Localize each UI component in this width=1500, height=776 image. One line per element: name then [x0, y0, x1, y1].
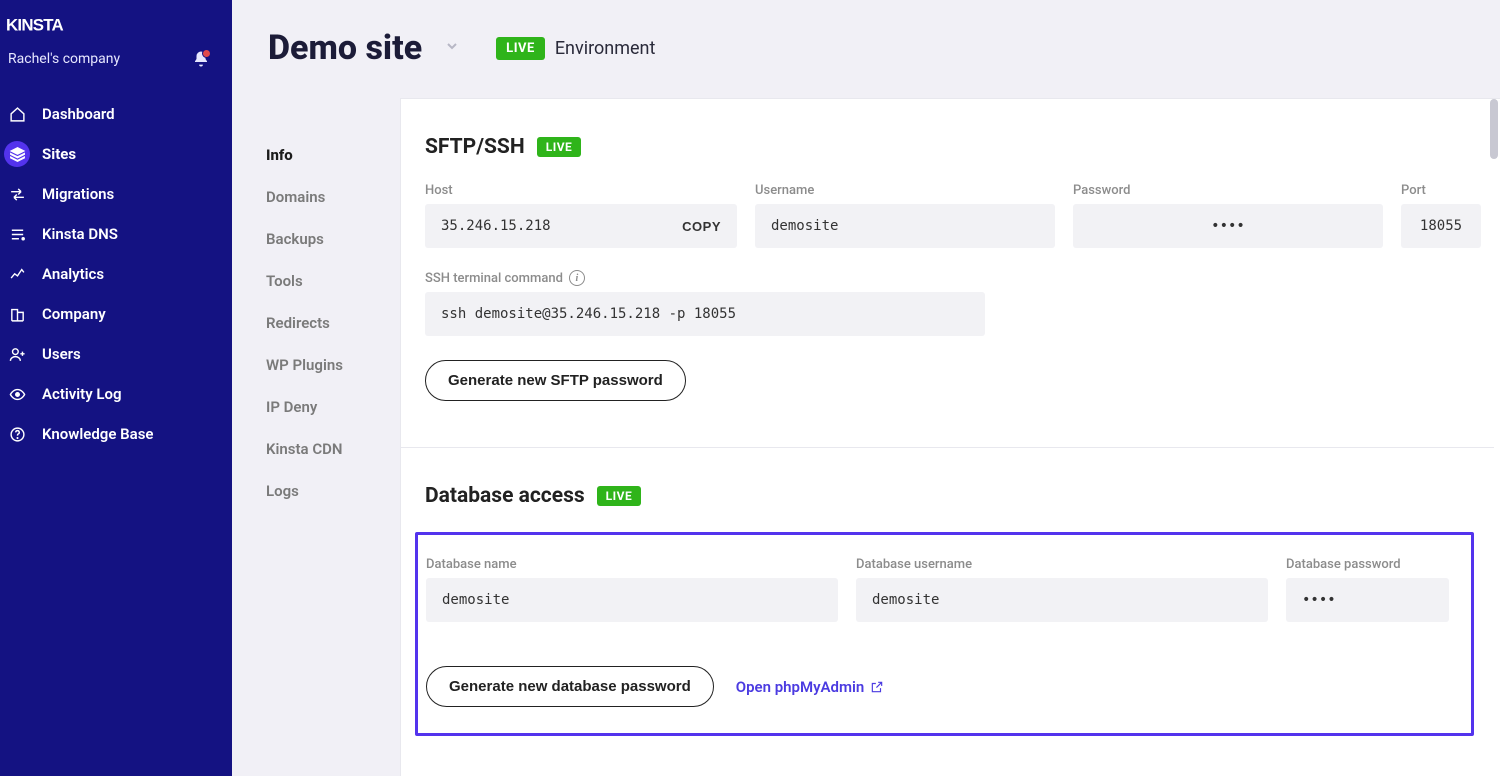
subnav-logs[interactable]: Logs: [266, 470, 400, 512]
subnav-wp-plugins[interactable]: WP Plugins: [266, 344, 400, 386]
db-user-value: demosite: [872, 592, 939, 608]
db-user-label: Database username: [856, 557, 1268, 572]
building-icon: [8, 305, 26, 323]
sftp-section: SFTP/SSH LIVE Host 35.246.15.218 COPY: [425, 135, 1464, 401]
primary-nav: Dashboard Sites Migrations Kinsta DNS An…: [0, 94, 232, 454]
main-area: Demo site LIVE Environment Info Domains …: [232, 0, 1500, 776]
site-title: Demo site: [268, 28, 422, 68]
subnav-redirects[interactable]: Redirects: [266, 302, 400, 344]
host-value: 35.246.15.218: [441, 218, 551, 234]
port-value: 18055: [1420, 218, 1462, 234]
site-subnav: Info Domains Backups Tools Redirects WP …: [232, 98, 400, 776]
user-plus-icon: [8, 345, 26, 363]
home-icon: [8, 105, 26, 123]
environment-label[interactable]: Environment: [555, 38, 656, 59]
nav-analytics[interactable]: Analytics: [0, 254, 232, 294]
nav-label: Dashboard: [42, 105, 115, 123]
nav-label: Migrations: [42, 185, 114, 203]
db-title: Database access: [425, 484, 585, 508]
layers-icon: [4, 141, 30, 167]
subnav-domains[interactable]: Domains: [266, 176, 400, 218]
subnav-ip-deny[interactable]: IP Deny: [266, 386, 400, 428]
db-name-value: demosite: [442, 592, 509, 608]
nav-label: Activity Log: [42, 385, 122, 403]
ssh-command-label: SSH terminal command i: [425, 270, 985, 286]
nav-label: Sites: [42, 145, 76, 163]
chart-icon: [8, 265, 26, 283]
info-icon[interactable]: i: [569, 270, 585, 286]
sidebar: KINSta Rachel's company Dashboard Sites …: [0, 0, 232, 776]
username-label: Username: [755, 183, 1055, 198]
nav-knowledge-base[interactable]: Knowledge Base: [0, 414, 232, 454]
username-field[interactable]: demosite: [755, 204, 1055, 248]
notifications-bell-icon[interactable]: [192, 50, 210, 68]
db-live-badge: LIVE: [597, 486, 642, 506]
password-field[interactable]: ••••: [1073, 204, 1383, 248]
sftp-title: SFTP/SSH: [425, 135, 525, 159]
eye-icon: [8, 385, 26, 403]
nav-activity-log[interactable]: Activity Log: [0, 374, 232, 414]
nav-label: Knowledge Base: [42, 425, 153, 443]
ssh-command-value: ssh demosite@35.246.15.218 -p 18055: [441, 306, 736, 322]
migrate-icon: [8, 185, 26, 203]
help-icon: [8, 425, 26, 443]
environment-live-badge: LIVE: [496, 37, 545, 60]
chevron-down-icon[interactable]: [444, 38, 460, 58]
nav-label: Analytics: [42, 265, 104, 283]
ssh-command-field[interactable]: ssh demosite@35.246.15.218 -p 18055: [425, 292, 985, 336]
generate-sftp-password-button[interactable]: Generate new SFTP password: [425, 360, 686, 401]
host-field[interactable]: 35.246.15.218 COPY: [425, 204, 737, 248]
info-panel: SFTP/SSH LIVE Host 35.246.15.218 COPY: [400, 98, 1500, 776]
company-name[interactable]: Rachel's company: [8, 51, 120, 67]
nav-company[interactable]: Company: [0, 294, 232, 334]
svg-text:KINSta: KINSta: [6, 15, 63, 34]
generate-db-password-button[interactable]: Generate new database password: [426, 666, 714, 707]
subnav-kinsta-cdn[interactable]: Kinsta CDN: [266, 428, 400, 470]
subnav-tools[interactable]: Tools: [266, 260, 400, 302]
db-user-field[interactable]: demosite: [856, 578, 1268, 622]
db-pass-field[interactable]: ••••: [1286, 578, 1449, 622]
nav-sites[interactable]: Sites: [0, 134, 232, 174]
nav-label: Company: [42, 305, 106, 323]
scrollbar[interactable]: [1490, 99, 1498, 159]
nav-users[interactable]: Users: [0, 334, 232, 374]
nav-dns[interactable]: Kinsta DNS: [0, 214, 232, 254]
section-divider: [401, 447, 1494, 448]
db-highlight-box: Database name demosite Database username…: [415, 532, 1474, 736]
username-value: demosite: [771, 218, 838, 234]
subnav-info[interactable]: Info: [266, 134, 400, 176]
port-label: Port: [1401, 183, 1481, 198]
subnav-backups[interactable]: Backups: [266, 218, 400, 260]
nav-dashboard[interactable]: Dashboard: [0, 94, 232, 134]
external-link-icon: [870, 680, 884, 694]
copy-host-button[interactable]: COPY: [682, 219, 721, 234]
open-phpmyadmin-link[interactable]: Open phpMyAdmin: [736, 678, 885, 696]
db-name-field[interactable]: demosite: [426, 578, 838, 622]
password-value: ••••: [1211, 218, 1245, 234]
password-label: Password: [1073, 183, 1383, 198]
db-pass-label: Database password: [1286, 557, 1449, 572]
db-name-label: Database name: [426, 557, 838, 572]
nav-migrations[interactable]: Migrations: [0, 174, 232, 214]
port-field[interactable]: 18055: [1401, 204, 1481, 248]
host-label: Host: [425, 183, 737, 198]
page-header: Demo site LIVE Environment: [232, 0, 1500, 98]
dns-icon: [8, 225, 26, 243]
nav-label: Users: [42, 345, 81, 363]
sftp-live-badge: LIVE: [537, 137, 582, 157]
database-section: Database access LIVE Database name demos…: [425, 484, 1464, 736]
db-pass-value: ••••: [1302, 592, 1336, 608]
brand-logo[interactable]: KINSta: [0, 14, 232, 46]
nav-label: Kinsta DNS: [42, 225, 118, 243]
